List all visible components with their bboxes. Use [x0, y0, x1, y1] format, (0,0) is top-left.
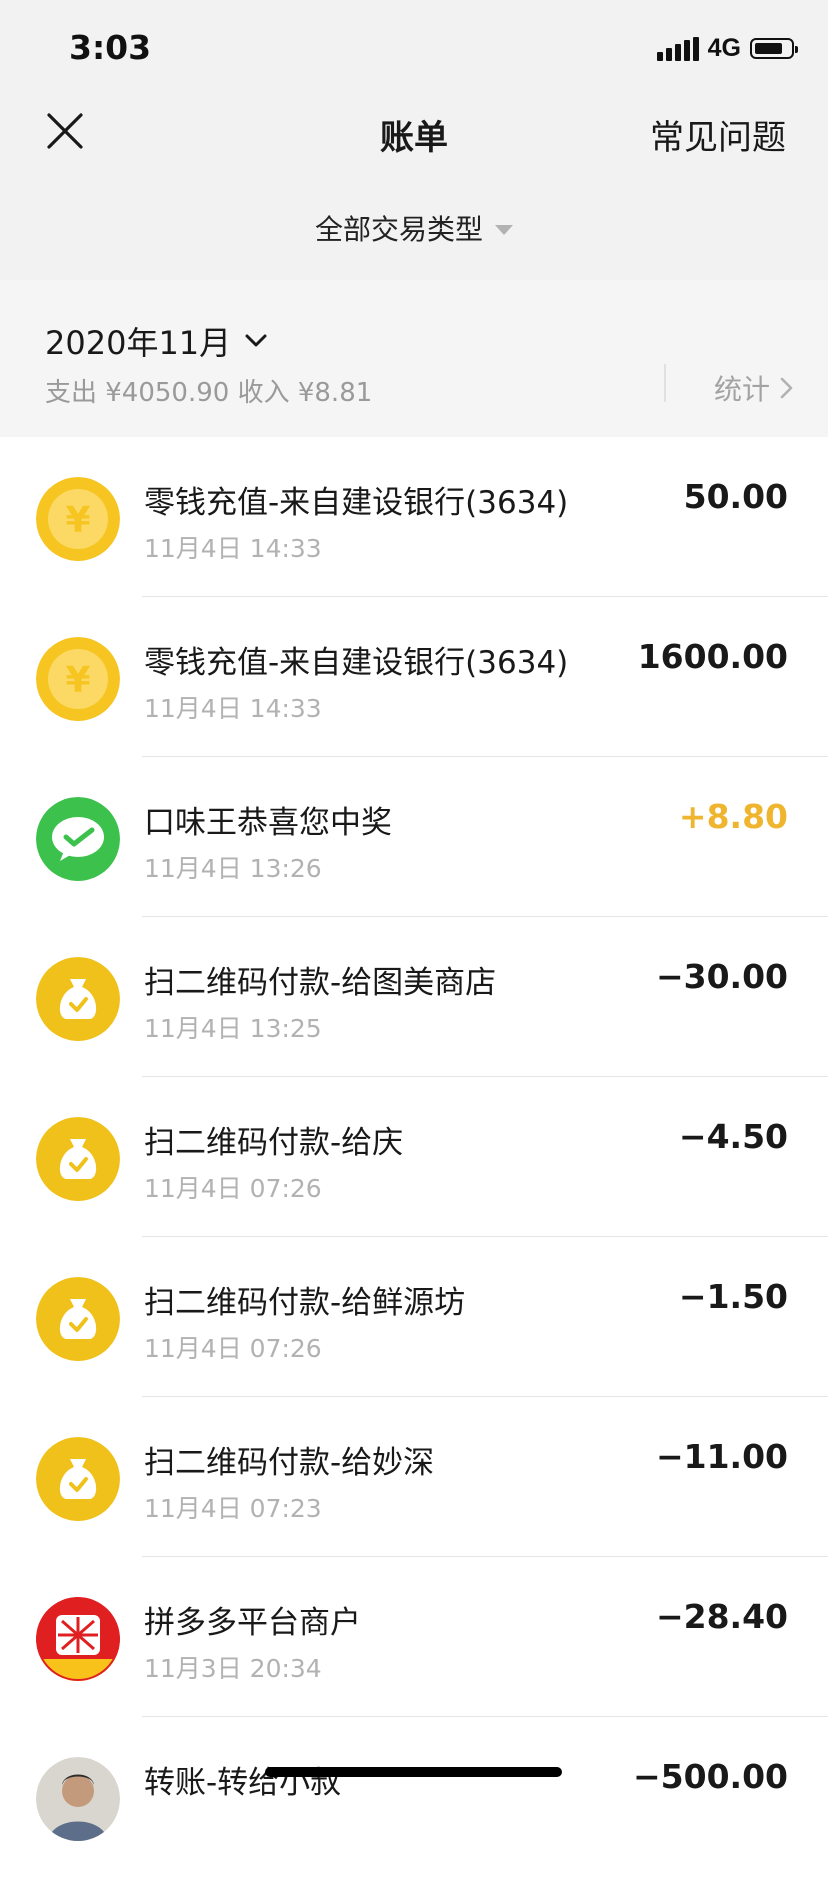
transaction-row[interactable]: 扫二维码付款-给鲜源坊 11月4日 07:26 −1.50: [0, 1237, 828, 1397]
transaction-time: 11月3日 20:34: [144, 1654, 322, 1683]
transaction-title: 扫二维码付款-给图美商店: [144, 965, 497, 1001]
transaction-row[interactable]: 扫二维码付款-给图美商店 11月4日 13:25 −30.00: [0, 917, 828, 1077]
transaction-title: 零钱充值-来自建设银行(3634): [144, 645, 569, 681]
filter-label: 全部交易类型: [314, 213, 483, 246]
money-bag-icon: [36, 1117, 120, 1201]
transaction-list: ¥ 零钱充值-来自建设银行(3634) 11月4日 14:33 50.00 ¥ …: [0, 437, 828, 1877]
transaction-title: 拼多多平台商户: [144, 1605, 361, 1641]
transaction-title: 口味王恭喜您中奖: [144, 805, 392, 841]
money-bag-icon: [36, 1277, 120, 1361]
transaction-amount: −500.00: [633, 1757, 788, 1796]
transaction-time: 11月4日 07:26: [144, 1334, 322, 1363]
transaction-amount: +8.80: [678, 797, 788, 836]
close-button[interactable]: [42, 108, 88, 154]
stats-button[interactable]: 统计: [714, 368, 794, 408]
header: 3:03 4G 账单 常见问题 全部交易类型: [0, 0, 828, 280]
transaction-title: 扫二维码付款-给鲜源坊: [144, 1285, 466, 1321]
transaction-time: 11月4日 13:26: [144, 854, 322, 883]
pinduoduo-logo-icon: [36, 1597, 120, 1681]
network-type: 4G: [707, 34, 741, 62]
transaction-time: 11月4日 14:33: [144, 694, 322, 723]
transaction-title: 零钱充值-来自建设银行(3634): [144, 485, 569, 521]
dropdown-triangle-icon: [495, 225, 513, 235]
transaction-amount: −4.50: [678, 1117, 788, 1156]
divider: [664, 364, 666, 402]
yuan-coin-icon: ¥: [36, 637, 120, 721]
chevron-down-icon: [245, 334, 267, 347]
wechat-pay-icon: [36, 797, 120, 881]
chevron-right-icon: [780, 377, 793, 399]
status-indicators: 4G: [656, 34, 798, 63]
battery-icon: [750, 38, 798, 59]
transaction-row[interactable]: 扫二维码付款-给妙深 11月4日 07:23 −11.00: [0, 1397, 828, 1557]
transaction-time: 11月4日 07:26: [144, 1174, 322, 1203]
transaction-row[interactable]: ¥ 零钱充值-来自建设银行(3634) 11月4日 14:33 50.00: [0, 437, 828, 597]
transaction-row[interactable]: 拼多多平台商户 11月3日 20:34 −28.40: [0, 1557, 828, 1717]
transaction-row[interactable]: 转账-转给小叔 −500.00: [0, 1717, 828, 1877]
month-summary: 支出 ¥4050.90 收入 ¥8.81: [45, 378, 373, 408]
month-label: 2020年11月: [45, 324, 232, 362]
signal-icon: [656, 36, 699, 61]
svg-text:¥: ¥: [65, 500, 90, 541]
user-avatar-icon: [36, 1757, 120, 1841]
stats-label: 统计: [713, 373, 770, 406]
transaction-amount: −30.00: [655, 957, 788, 996]
transaction-amount: −1.50: [678, 1277, 788, 1316]
yuan-coin-icon: ¥: [36, 477, 120, 561]
transaction-time: 11月4日 07:23: [144, 1494, 322, 1523]
transaction-time: 11月4日 13:25: [144, 1014, 322, 1043]
money-bag-icon: [36, 1437, 120, 1521]
home-indicator[interactable]: [265, 1767, 562, 1777]
transaction-row[interactable]: ¥ 零钱充值-来自建设银行(3634) 11月4日 14:33 1600.00: [0, 597, 828, 757]
transaction-title: 转账-转给小叔: [144, 1765, 342, 1801]
close-icon: [47, 113, 83, 149]
status-time: 3:03: [69, 28, 152, 67]
transaction-time: 11月4日 14:33: [144, 534, 322, 563]
transaction-title: 扫二维码付款-给妙深: [144, 1445, 435, 1481]
money-bag-icon: [36, 957, 120, 1041]
transaction-amount: −28.40: [655, 1597, 788, 1636]
transaction-row[interactable]: 口味王恭喜您中奖 11月4日 13:26 +8.80: [0, 757, 828, 917]
svg-text:¥: ¥: [65, 660, 90, 701]
transaction-amount: 50.00: [683, 477, 788, 516]
transaction-type-filter[interactable]: 全部交易类型: [0, 208, 828, 248]
transaction-title: 扫二维码付款-给庆: [144, 1125, 404, 1161]
transaction-amount: −11.00: [655, 1437, 788, 1476]
transaction-row[interactable]: 扫二维码付款-给庆 11月4日 07:26 −4.50: [0, 1077, 828, 1237]
faq-button[interactable]: 常见问题: [650, 110, 786, 159]
month-selector[interactable]: 2020年11月: [45, 318, 267, 364]
transaction-amount: 1600.00: [637, 637, 788, 676]
